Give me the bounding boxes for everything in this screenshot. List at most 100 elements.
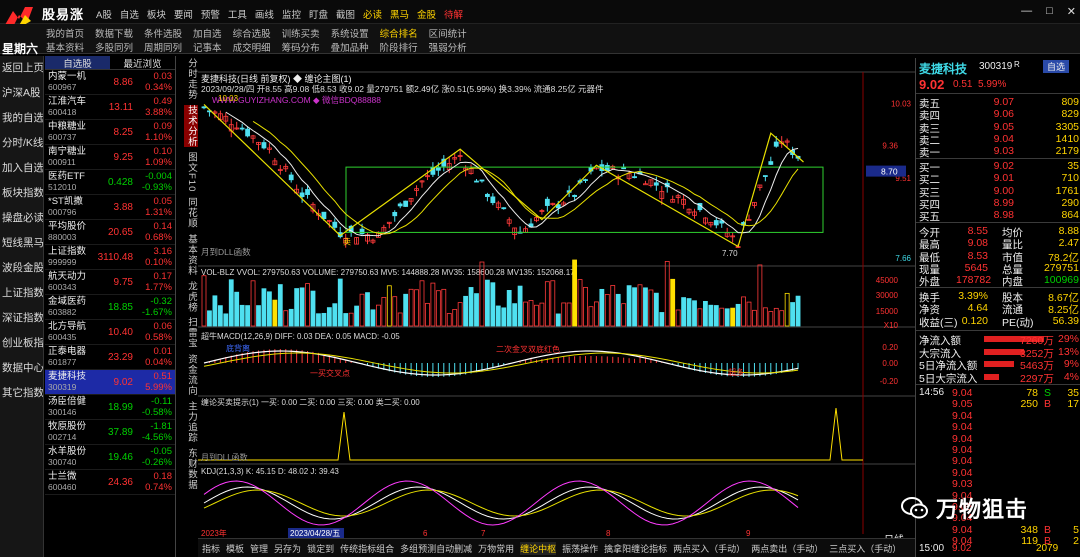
left-nav-item[interactable]: 板块指数 [0,181,43,206]
left-nav-item[interactable]: 深证指数 [0,306,43,331]
function-menu-item[interactable]: 系统设置 [331,26,369,40]
indicator-tab[interactable]: 擒拿阳缠论指标 [604,542,667,555]
function-menu-item[interactable]: 多股同列 [95,40,133,54]
watchlist-row[interactable]: 正泰电器 601877 23.29 0.01 0.04% [45,345,175,370]
view-tab[interactable]: 分时走势 [184,58,198,100]
function-menu-item[interactable]: 基本资料 [46,40,84,54]
left-nav-item[interactable]: 操盘必读 [0,206,43,231]
left-nav-item[interactable]: 其它指数 [0,381,43,406]
stock-chart[interactable]: 麦捷科技(日线 前复权) ◆ 缠论主图(1)2023/09/28/四 开8.55… [198,58,915,538]
function-menu-item[interactable]: 我的首页 [46,26,84,40]
function-menu-item[interactable]: 周期同列 [144,40,182,54]
left-nav-item[interactable]: 数据中心 [0,356,43,381]
view-tab[interactable]: 资金流向 [184,354,198,396]
left-nav-item[interactable]: 短线黑马 [0,231,43,256]
top-menu-item[interactable]: 金股 [417,7,436,21]
view-tab[interactable]: 龙虎榜 [184,281,198,313]
watchlist-row[interactable]: 北方导航 600435 10.40 0.06 0.58% [45,320,175,345]
watchlist-row[interactable]: 士兰微 600460 24.36 0.18 0.74% [45,470,175,495]
left-nav-item[interactable]: 我的自选 [0,106,43,131]
tab-watchlist[interactable]: 自选股 [45,56,110,70]
function-menu-item[interactable]: 综合选股 [233,26,271,40]
watchlist-row[interactable]: 平均股价 880003 20.65 0.14 0.68% [45,220,175,245]
function-menu-item[interactable]: 成交明细 [233,40,271,54]
app-window: 股易涨 A股 自选 板块 要闻 预警 工具 画线 监控 盯盘 截图 必读 黑马 金股 待解 — □ ✕ 星期六… [0,0,1080,557]
left-nav-item[interactable]: 波段金股 [0,256,43,281]
indicator-tab[interactable]: 管理 [250,542,268,555]
maximize-icon[interactable]: □ [1046,5,1053,18]
function-menu-item[interactable]: 记事本 [193,40,222,54]
volume-bar [790,302,795,327]
left-nav-item[interactable]: 返回上页 [0,56,43,81]
indicator-tab[interactable]: 传统指标组合 [340,542,394,555]
minimize-icon[interactable]: — [1021,5,1032,18]
function-menu-item[interactable]: 叠加品种 [331,40,369,54]
view-tab[interactable]: 图文F10 [184,152,198,192]
watchlist-row[interactable]: 中粮糖业 600737 8.25 0.09 1.10% [45,120,175,145]
top-menu-item[interactable]: 截图 [336,7,355,21]
view-tab[interactable]: 主力追踪 [184,401,198,443]
view-tab[interactable]: 扫雷宝 [184,317,198,349]
view-tab[interactable]: 同花顺 [184,197,198,229]
top-menu-item[interactable]: 自选 [120,7,139,21]
view-tab[interactable]: 东财数据 [184,448,198,490]
watchlist-row[interactable]: *ST凯撒 000796 3.88 0.05 1.31% [45,195,175,220]
watchlist-row[interactable]: 牧原股份 002714 37.89 -1.81 -4.56% [45,420,175,445]
function-menu-item[interactable]: 筹码分布 [282,40,320,54]
watchlist-row[interactable]: 江淮汽车 600418 13.11 0.49 3.88% [45,95,175,120]
top-menu-item[interactable]: 必读 [363,7,382,21]
function-menu-item[interactable]: 强弱分析 [429,40,467,54]
stock-name: 江淮汽车 [48,96,87,107]
watchlist-row[interactable]: 麦捷科技 300319 9.02 0.51 5.99% [45,370,175,395]
candle-body [643,183,648,186]
left-nav-item[interactable]: 上证指数 [0,281,43,306]
indicator-tab[interactable]: 锁定到 [307,542,334,555]
indicator-tab[interactable]: 两点卖出（手动） [751,542,823,555]
view-tab[interactable]: 基本资料 [184,234,198,276]
function-menu-item[interactable]: 区间统计 [429,26,467,40]
indicator-tab[interactable]: 另存为 [274,542,301,555]
watchlist-row[interactable]: 汤臣倍健 300146 18.99 -0.11 -0.58% [45,395,175,420]
watchlist-row[interactable]: 航天动力 600343 9.75 0.17 1.77% [45,270,175,295]
left-nav-item[interactable]: 加入自选 [0,156,43,181]
top-menu-item[interactable]: 盯盘 [309,7,328,21]
watchlist-row[interactable]: 水羊股份 300740 19.46 -0.05 -0.26% [45,445,175,470]
indicator-tab[interactable]: 两点买入（手动） [673,542,745,555]
divider [916,330,1080,331]
left-nav-item[interactable]: 分时/K线 [0,131,43,156]
watchlist-row[interactable]: 上证指数 999999 3110.48 3.16 0.10% [45,245,175,270]
function-menu-item[interactable]: 条件选股 [144,26,182,40]
indicator-tab[interactable]: 缠论中枢 [520,541,557,555]
indicator-tab[interactable]: 振荡操作 [562,542,598,555]
tab-recent[interactable]: 最近浏览 [110,56,175,70]
quote-add-watch-button[interactable]: 自选 [1043,60,1070,73]
top-menu-item[interactable]: 要闻 [174,7,193,21]
watchlist-row[interactable]: 金域医药 603882 18.85 -0.32 -1.67% [45,295,175,320]
watchlist-row[interactable]: 医药ETF 512010 0.428 -0.004 -0.93% [45,170,175,195]
indicator-tab[interactable]: 万物常用 [478,542,514,555]
function-menu-item[interactable]: 加自选 [193,26,222,40]
top-menu-item[interactable]: A股 [96,7,112,21]
function-menu-item[interactable]: 数据下载 [95,26,133,40]
top-menu-item[interactable]: 待解 [444,7,463,21]
price-axis-label: 9.36 [882,141,898,150]
top-menu-item[interactable]: 监控 [282,7,301,21]
top-menu-item[interactable]: 工具 [228,7,247,21]
indicator-tab[interactable]: 模板 [226,542,244,555]
indicator-tab[interactable]: 多组预测自动删减 [400,542,472,555]
left-nav-item[interactable]: 创业板指 [0,331,43,356]
top-menu-item[interactable]: 板块 [147,7,166,21]
function-menu-item[interactable]: 阶段排行 [380,40,418,54]
top-menu-item[interactable]: 黑马 [390,7,409,21]
watchlist-row[interactable]: 南宁糖业 000911 9.25 0.10 1.09% [45,145,175,170]
function-menu-item[interactable]: 训练买卖 [282,26,320,40]
indicator-tab[interactable]: 三点买入（手动） [829,542,901,555]
close-icon[interactable]: ✕ [1067,5,1076,18]
watchlist-row[interactable]: 内蒙一机 600967 8.86 0.03 0.34% [45,70,175,95]
top-menu-item[interactable]: 画线 [255,7,274,21]
top-menu-item[interactable]: 预警 [201,7,220,21]
indicator-tab[interactable]: 指标 [202,542,220,555]
function-menu-item[interactable]: 综合排名 [380,26,418,40]
left-nav-item[interactable]: 沪深A股 [0,81,43,106]
view-tab[interactable]: 技术分析 [184,105,198,147]
